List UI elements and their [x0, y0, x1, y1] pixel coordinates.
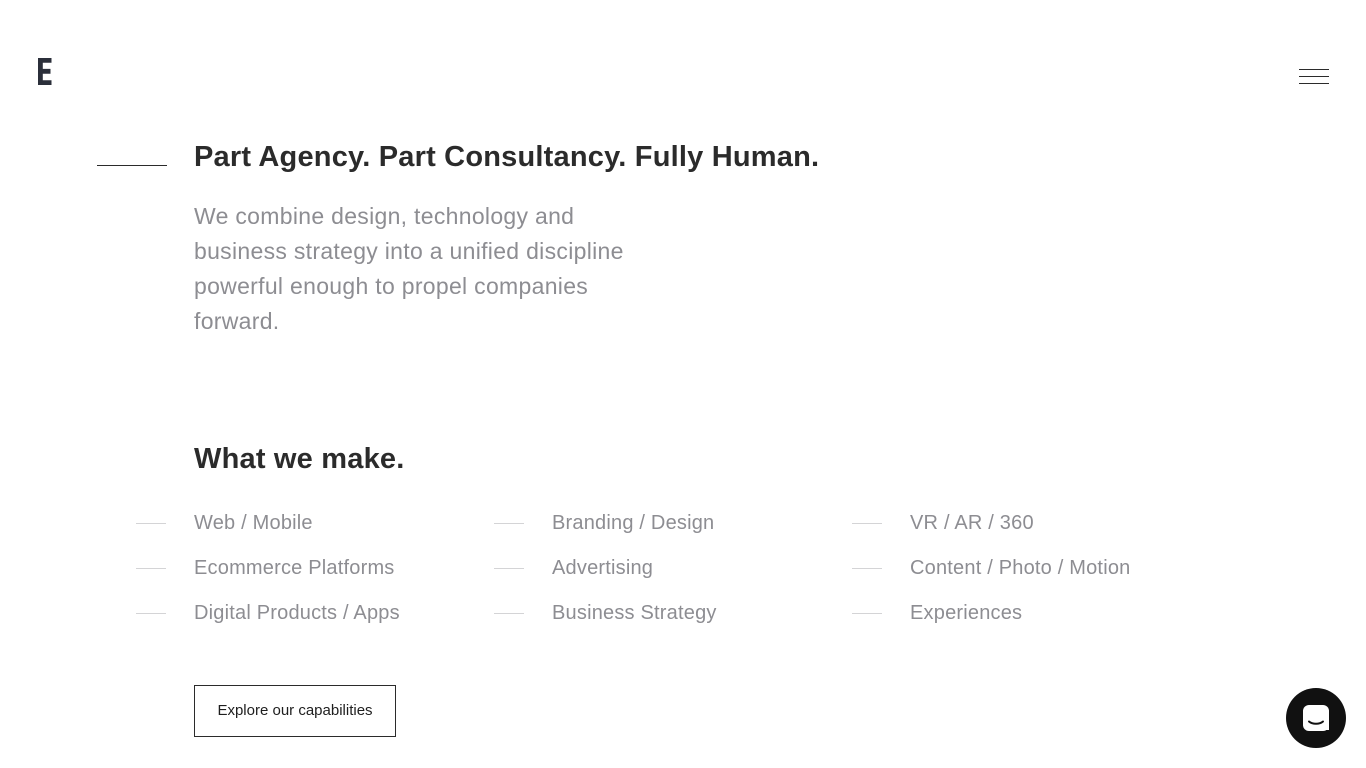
hero-divider [97, 165, 167, 166]
capability-item[interactable]: Digital Products / Apps [136, 596, 466, 641]
capability-item[interactable]: Content / Photo / Motion [852, 551, 1182, 596]
item-dash [136, 523, 166, 524]
capability-item[interactable]: Experiences [852, 596, 1182, 641]
item-dash [494, 568, 524, 569]
hero-title: Part Agency. Part Consultancy. Fully Hum… [194, 141, 820, 173]
capability-item[interactable]: Branding / Design [494, 506, 824, 551]
item-dash [852, 523, 882, 524]
item-dash [494, 613, 524, 614]
capability-item[interactable]: Ecommerce Platforms [136, 551, 466, 596]
capabilities-column: Web / Mobile Ecommerce Platforms Digital… [136, 506, 466, 641]
hero-description: We combine design, technology and busine… [194, 203, 624, 334]
capabilities-column: Branding / Design Advertising Business S… [494, 506, 824, 641]
capability-label[interactable]: Business Strategy [552, 598, 717, 628]
item-dash [136, 568, 166, 569]
capability-label[interactable]: Advertising [552, 553, 653, 583]
item-dash [136, 613, 166, 614]
capability-label[interactable]: VR / AR / 360 [910, 508, 1034, 538]
capability-label[interactable]: Web / Mobile [194, 508, 313, 538]
chat-bubble-icon [1303, 705, 1329, 731]
capabilities-title: What we make. [194, 443, 405, 475]
capability-label[interactable]: Ecommerce Platforms [194, 553, 395, 583]
capability-label[interactable]: Experiences [910, 598, 1022, 628]
menu-line [1299, 69, 1329, 70]
item-dash [494, 523, 524, 524]
hamburger-menu-icon[interactable] [1297, 66, 1331, 88]
capability-label[interactable]: Digital Products / Apps [194, 598, 400, 628]
item-dash [852, 568, 882, 569]
logo[interactable] [38, 58, 52, 85]
menu-line [1299, 83, 1329, 84]
capability-item[interactable]: Business Strategy [494, 596, 824, 641]
capabilities-column: VR / AR / 360 Content / Photo / Motion E… [852, 506, 1182, 641]
item-dash [852, 613, 882, 614]
menu-line [1299, 76, 1329, 77]
capability-label[interactable]: Content / Photo / Motion [910, 553, 1130, 583]
capability-item[interactable]: VR / AR / 360 [852, 506, 1182, 551]
chat-launcher-button[interactable] [1286, 688, 1346, 748]
capability-label[interactable]: Branding / Design [552, 508, 714, 538]
explore-capabilities-button[interactable]: Explore our capabilities [194, 685, 396, 737]
logo-e-icon [38, 58, 52, 85]
capability-item[interactable]: Web / Mobile [136, 506, 466, 551]
capability-item[interactable]: Advertising [494, 551, 824, 596]
